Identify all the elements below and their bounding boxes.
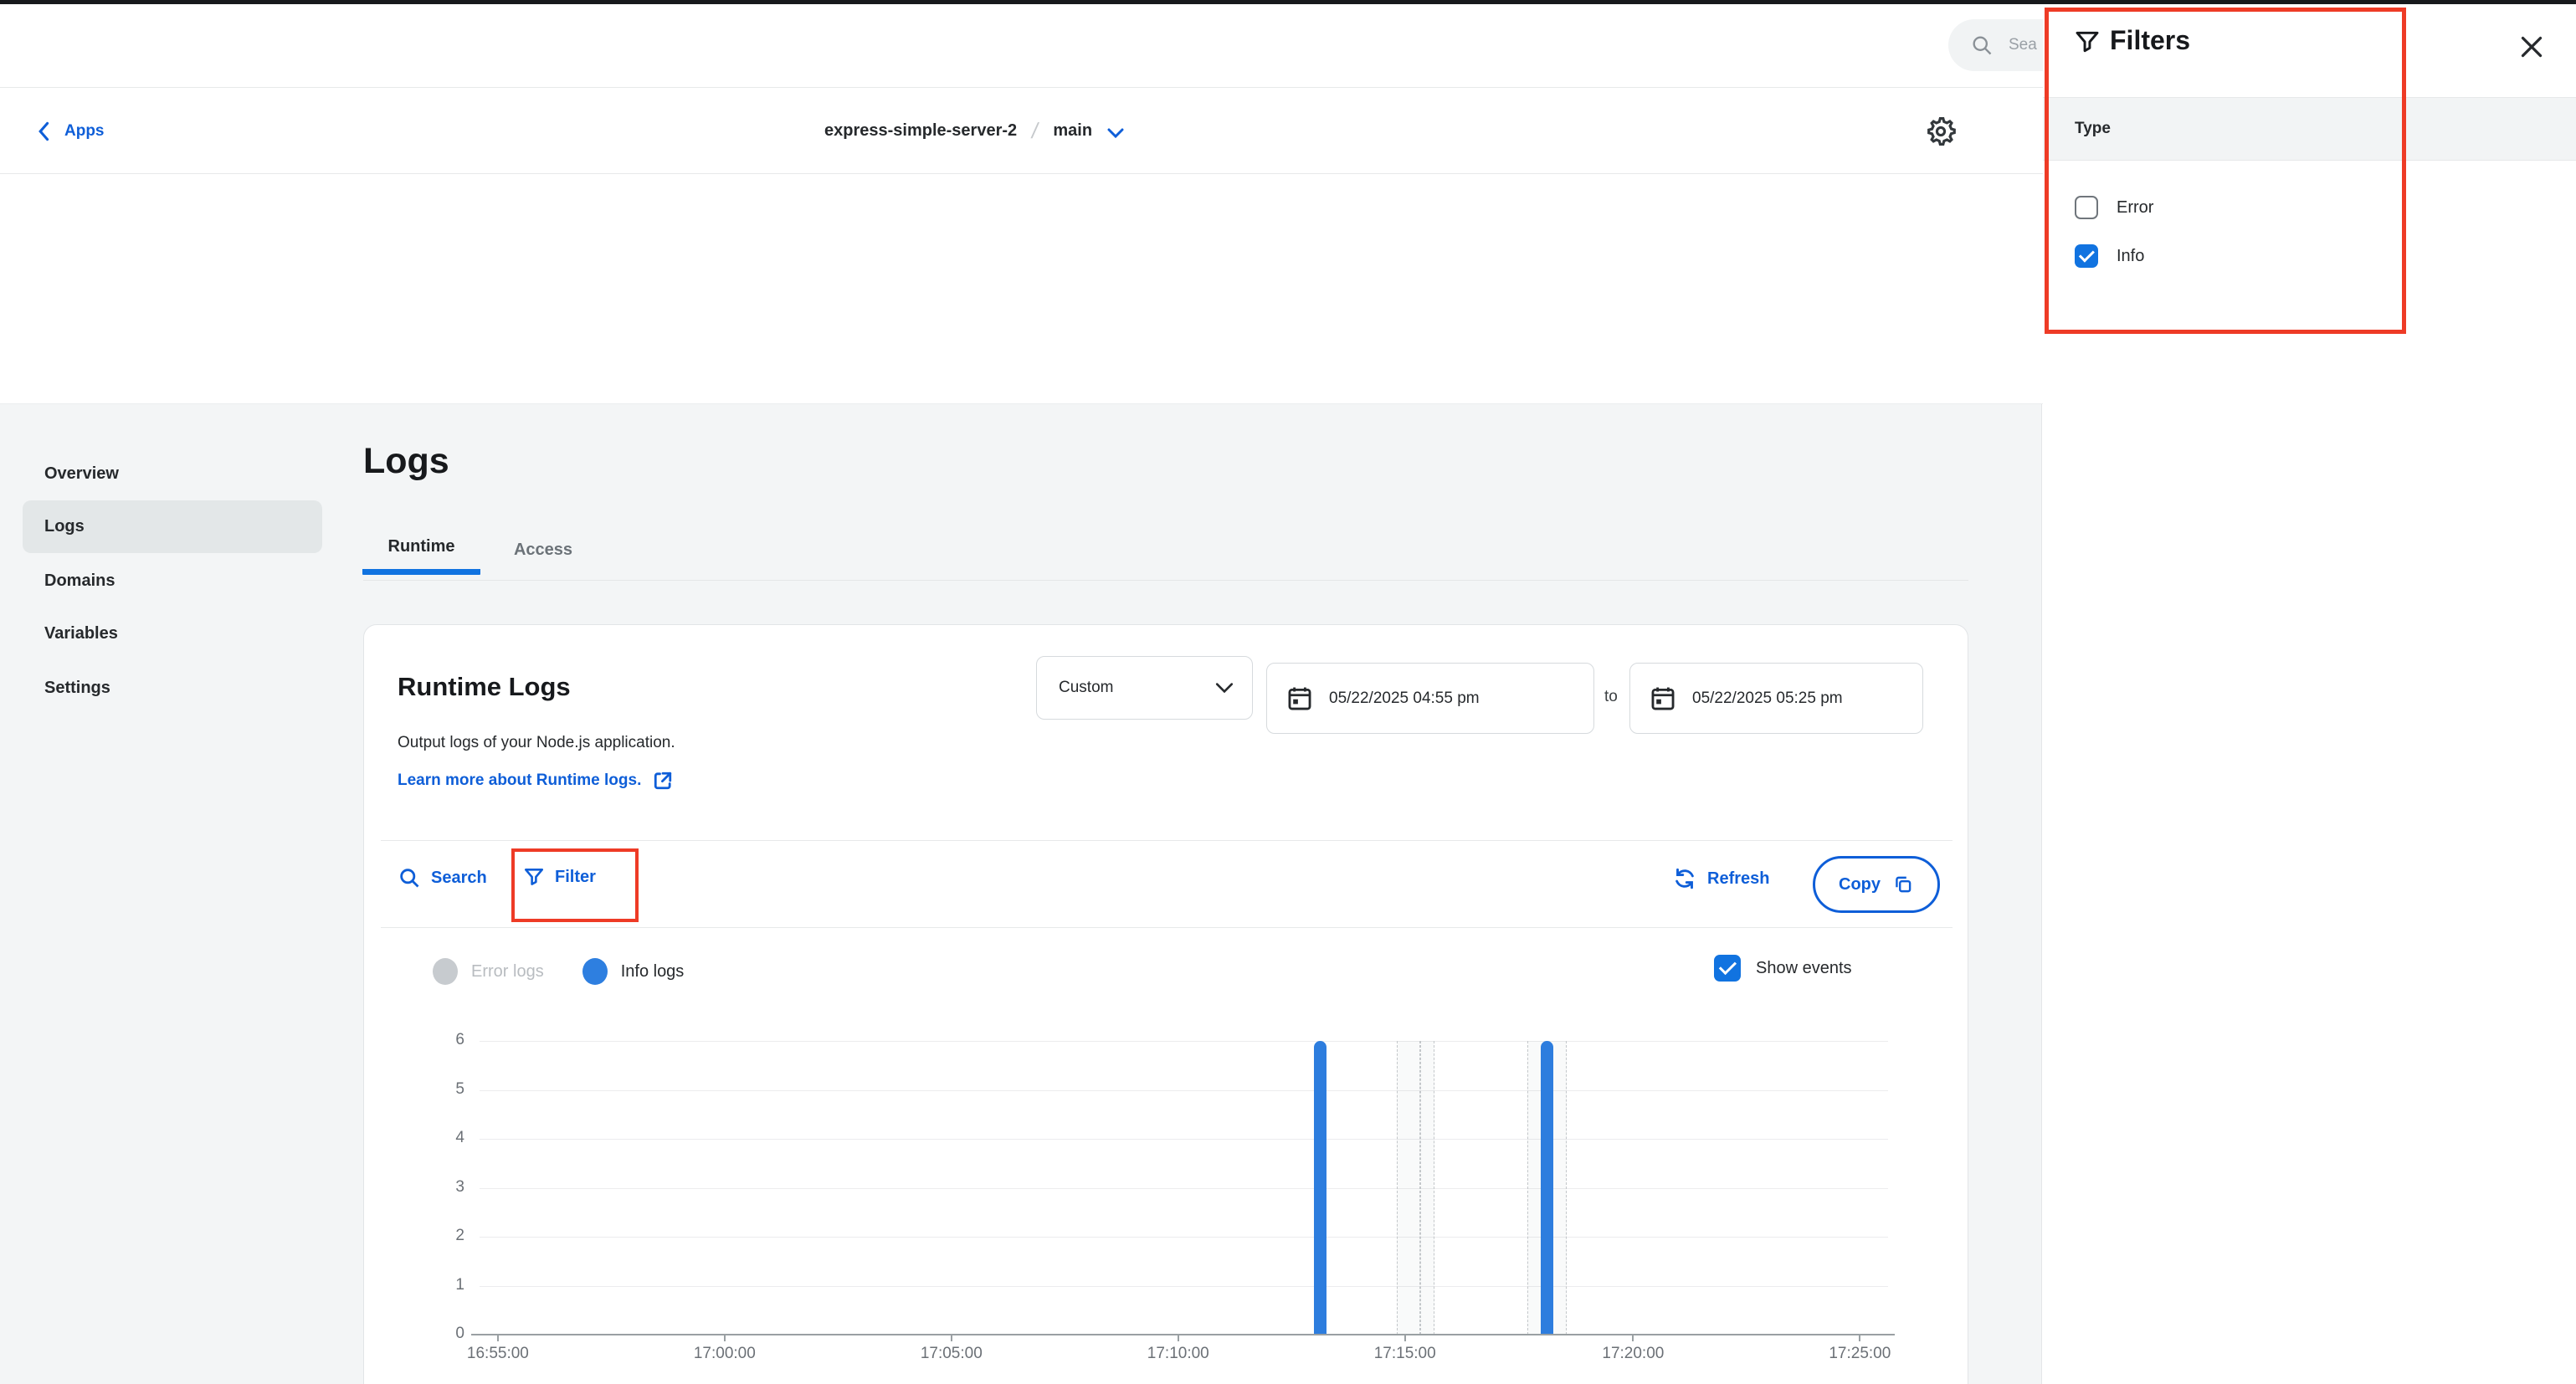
date-range-to-label: to bbox=[1604, 688, 1618, 706]
tabs-divider bbox=[363, 580, 1968, 581]
card-divider bbox=[381, 840, 1953, 841]
chevron-down-icon[interactable] bbox=[1107, 127, 1124, 139]
info-checkbox[interactable] bbox=[2075, 244, 2098, 268]
y-axis-tick-label: 2 bbox=[428, 1227, 464, 1245]
runtime-chart: 012345616:55:0017:00:0017:05:0017:10:001… bbox=[480, 1041, 1888, 1335]
event-band bbox=[1420, 1041, 1434, 1335]
sidebar-item-domains[interactable]: Domains bbox=[23, 555, 322, 607]
x-axis-tick bbox=[1178, 1335, 1179, 1341]
x-axis-tick bbox=[1859, 1335, 1860, 1341]
sub-nav-bar: Apps express-simple-server-2 / main bbox=[0, 88, 2043, 174]
refresh-icon bbox=[1672, 866, 1697, 891]
search-placeholder: Sea bbox=[2009, 36, 2037, 54]
chart-gridline bbox=[480, 1188, 1888, 1189]
chart-legend: Error logs Info logs bbox=[433, 958, 684, 985]
settings-gear-icon[interactable] bbox=[1923, 114, 1958, 149]
event-band bbox=[1397, 1041, 1421, 1335]
runtime-logs-card: Runtime Logs Custom 05/22/2025 04:55 pm … bbox=[363, 624, 1968, 1384]
x-axis-line bbox=[471, 1334, 1895, 1335]
card-description: Output logs of your Node.js application. bbox=[398, 734, 675, 752]
filters-panel: Filters Type Error Info bbox=[2043, 0, 2576, 1384]
breadcrumb-app-name[interactable]: express-simple-server-2 bbox=[824, 121, 1017, 141]
app-window: Sea Apps express-simple-server-2 / main bbox=[0, 0, 2576, 1384]
x-axis-tick bbox=[951, 1335, 952, 1341]
chevron-down-icon bbox=[1215, 682, 1234, 694]
chart-gridline bbox=[480, 1139, 1888, 1140]
tab-runtime[interactable]: Runtime bbox=[362, 525, 480, 575]
filter-section-header: Type bbox=[2043, 97, 2576, 161]
error-logs-legend-label[interactable]: Error logs bbox=[471, 962, 544, 982]
external-link-icon bbox=[651, 769, 675, 792]
card-divider bbox=[381, 927, 1953, 928]
back-to-apps-link[interactable]: Apps bbox=[36, 88, 105, 174]
x-axis-tick bbox=[724, 1335, 726, 1341]
calendar-icon bbox=[1285, 684, 1314, 713]
info-logs-legend-label[interactable]: Info logs bbox=[621, 962, 685, 982]
error-logs-legend-dot[interactable] bbox=[433, 958, 458, 985]
close-icon[interactable] bbox=[2517, 32, 2547, 62]
info-log-bar bbox=[1314, 1041, 1326, 1335]
x-axis-tick-label: 17:15:00 bbox=[1347, 1345, 1464, 1363]
y-axis-tick-label: 5 bbox=[428, 1080, 464, 1099]
log-search-button[interactable]: Search bbox=[398, 866, 487, 889]
funnel-icon bbox=[2074, 28, 2101, 55]
top-bar: Sea bbox=[0, 4, 2043, 88]
copy-icon bbox=[1892, 874, 1914, 895]
info-logs-legend-dot[interactable] bbox=[582, 958, 608, 985]
x-axis-tick-label: 17:10:00 bbox=[1120, 1345, 1237, 1363]
content-area: Overview Logs Domains Variables Settings… bbox=[0, 404, 2042, 1384]
x-axis-tick-label: 17:25:00 bbox=[1801, 1345, 1918, 1363]
x-axis-tick bbox=[497, 1335, 499, 1341]
filter-option-error[interactable]: Error bbox=[2075, 196, 2153, 219]
filters-panel-title: Filters bbox=[2110, 25, 2190, 56]
funnel-icon bbox=[523, 866, 545, 888]
x-axis-tick bbox=[1404, 1335, 1406, 1341]
x-axis-tick bbox=[1632, 1335, 1634, 1341]
copy-button[interactable]: Copy bbox=[1813, 856, 1940, 913]
learn-more-link[interactable]: Learn more about Runtime logs. bbox=[398, 769, 675, 792]
breadcrumb-separator: / bbox=[1029, 118, 1040, 144]
x-axis-tick-label: 17:00:00 bbox=[666, 1345, 783, 1363]
chevron-left-icon bbox=[36, 121, 53, 141]
search-icon bbox=[398, 866, 421, 889]
sidebar-item-settings[interactable]: Settings bbox=[23, 662, 322, 715]
calendar-icon bbox=[1649, 684, 1677, 713]
logs-tabs: Runtime Access bbox=[362, 525, 606, 575]
breadcrumb-branch-name[interactable]: main bbox=[1053, 121, 1092, 141]
y-axis-tick-label: 0 bbox=[428, 1325, 464, 1343]
date-range-select[interactable]: Custom bbox=[1036, 656, 1253, 720]
environment-header: main js.wpenginepoweredstaging.com Rebui… bbox=[0, 174, 2043, 404]
chart-gridline bbox=[480, 1041, 1888, 1042]
x-axis-tick-label: 17:05:00 bbox=[893, 1345, 1010, 1363]
refresh-button[interactable]: Refresh bbox=[1672, 866, 1769, 891]
tab-access[interactable]: Access bbox=[480, 525, 606, 575]
y-axis-tick-label: 6 bbox=[428, 1031, 464, 1049]
x-axis-tick-label: 17:20:00 bbox=[1574, 1345, 1691, 1363]
x-axis-tick-label: 16:55:00 bbox=[439, 1345, 557, 1363]
back-to-apps-label: Apps bbox=[64, 122, 105, 141]
window-top-edge bbox=[0, 0, 2576, 4]
y-axis-tick-label: 1 bbox=[428, 1276, 464, 1294]
show-events-toggle[interactable]: Show events bbox=[1714, 955, 1852, 982]
error-checkbox[interactable] bbox=[2075, 196, 2098, 219]
card-title: Runtime Logs bbox=[398, 672, 571, 702]
filter-option-info[interactable]: Info bbox=[2075, 244, 2144, 268]
show-events-checkbox[interactable] bbox=[1714, 955, 1741, 982]
breadcrumb: express-simple-server-2 / main bbox=[824, 88, 1124, 174]
sidebar-item-overview[interactable]: Overview bbox=[23, 448, 322, 500]
chart-gridline bbox=[480, 1237, 1888, 1238]
sidebar-item-variables[interactable]: Variables bbox=[23, 607, 322, 660]
page-title: Logs bbox=[363, 441, 449, 482]
y-axis-tick-label: 3 bbox=[428, 1178, 464, 1197]
y-axis-tick-label: 4 bbox=[428, 1129, 464, 1147]
date-from-input[interactable]: 05/22/2025 04:55 pm bbox=[1266, 663, 1594, 734]
date-to-input[interactable]: 05/22/2025 05:25 pm bbox=[1629, 663, 1923, 734]
chart-gridline bbox=[480, 1286, 1888, 1287]
sidebar-item-logs[interactable]: Logs bbox=[23, 500, 322, 553]
chart-gridline bbox=[480, 1090, 1888, 1091]
search-icon bbox=[1970, 33, 1994, 57]
info-log-bar bbox=[1541, 1041, 1553, 1335]
log-filter-button[interactable]: Filter bbox=[523, 866, 596, 888]
